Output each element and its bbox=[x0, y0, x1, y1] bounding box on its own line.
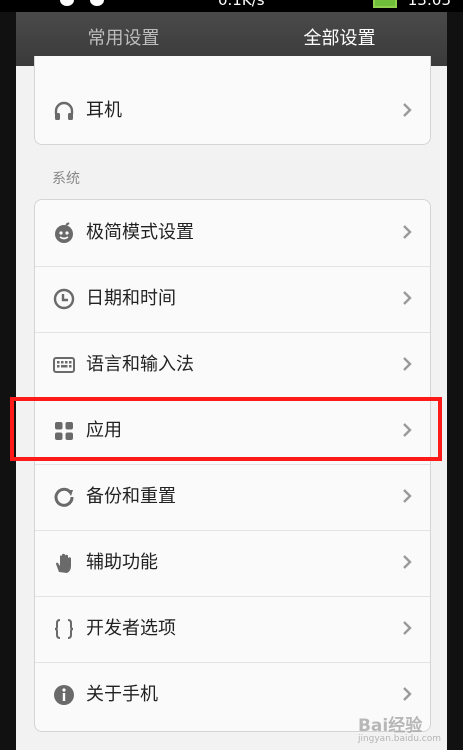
settings-item-label: 耳机 bbox=[86, 100, 122, 121]
settings-item-headphones[interactable]: 耳机 bbox=[35, 78, 430, 144]
annotation-highlight-box bbox=[10, 397, 442, 461]
network-speed: 0.1K/s bbox=[218, 0, 265, 9]
hand-icon bbox=[56, 553, 71, 573]
headphones-icon bbox=[54, 101, 74, 120]
watermark-main: Bai经验 bbox=[357, 716, 423, 736]
backup-reset-icon bbox=[54, 487, 74, 507]
chevron-right-icon bbox=[403, 489, 412, 503]
settings-item-label: 日期和时间 bbox=[86, 288, 176, 309]
watermark-logo: Bai经验 jingyan.baidu.com bbox=[358, 711, 441, 744]
settings-item-label: 备份和重置 bbox=[86, 486, 176, 507]
keyboard-icon bbox=[53, 357, 75, 373]
watermark-sub: jingyan.baidu.com bbox=[357, 734, 441, 744]
settings-item-language-input[interactable]: 语言和输入法 bbox=[35, 332, 430, 399]
chevron-right-icon bbox=[403, 103, 412, 117]
chevron-right-icon bbox=[403, 621, 412, 635]
settings-group-top: 耳机 bbox=[34, 56, 431, 145]
settings-item-label: 语言和输入法 bbox=[86, 354, 194, 375]
braces-icon bbox=[54, 619, 74, 639]
settings-item-developer-options[interactable]: 开发者选项 bbox=[35, 596, 430, 663]
settings-item-date-time[interactable]: 日期和时间 bbox=[35, 266, 430, 333]
notification-icon bbox=[90, 0, 104, 6]
chevron-right-icon bbox=[403, 687, 412, 701]
info-icon bbox=[54, 685, 74, 705]
settings-item-label: 开发者选项 bbox=[86, 618, 176, 639]
settings-item-backup-reset[interactable]: 备份和重置 bbox=[35, 464, 430, 531]
settings-item-accessibility[interactable]: 辅助功能 bbox=[35, 530, 430, 597]
section-label-system: 系统 bbox=[52, 171, 80, 187]
clock-time: 13:05 bbox=[407, 0, 451, 9]
notification-icon bbox=[60, 0, 74, 6]
settings-item-label: 极简模式设置 bbox=[86, 222, 194, 243]
settings-item-label: 关于手机 bbox=[86, 684, 158, 705]
status-bar: 0.1K/s 13:05 bbox=[0, 0, 463, 12]
chevron-right-icon bbox=[403, 291, 412, 305]
settings-item-simple-mode[interactable]: 极简模式设置 bbox=[35, 200, 430, 267]
simple-mode-icon bbox=[55, 222, 73, 243]
settings-item-label: 辅助功能 bbox=[86, 552, 158, 573]
chevron-right-icon bbox=[403, 357, 412, 371]
settings-group-system: 极简模式设置 日期和时间 语言和输入法 应用 备份和重置 辅助功能 开发者选项 … bbox=[34, 199, 431, 732]
settings-screen: 常用设置 全部设置 耳机 系统 极简模式设置 日期和时间 语言和输入法 应用 备… bbox=[16, 12, 447, 750]
clock-icon bbox=[53, 288, 75, 310]
chevron-right-icon bbox=[403, 555, 412, 569]
chevron-right-icon bbox=[403, 225, 412, 239]
battery-icon bbox=[373, 0, 397, 8]
